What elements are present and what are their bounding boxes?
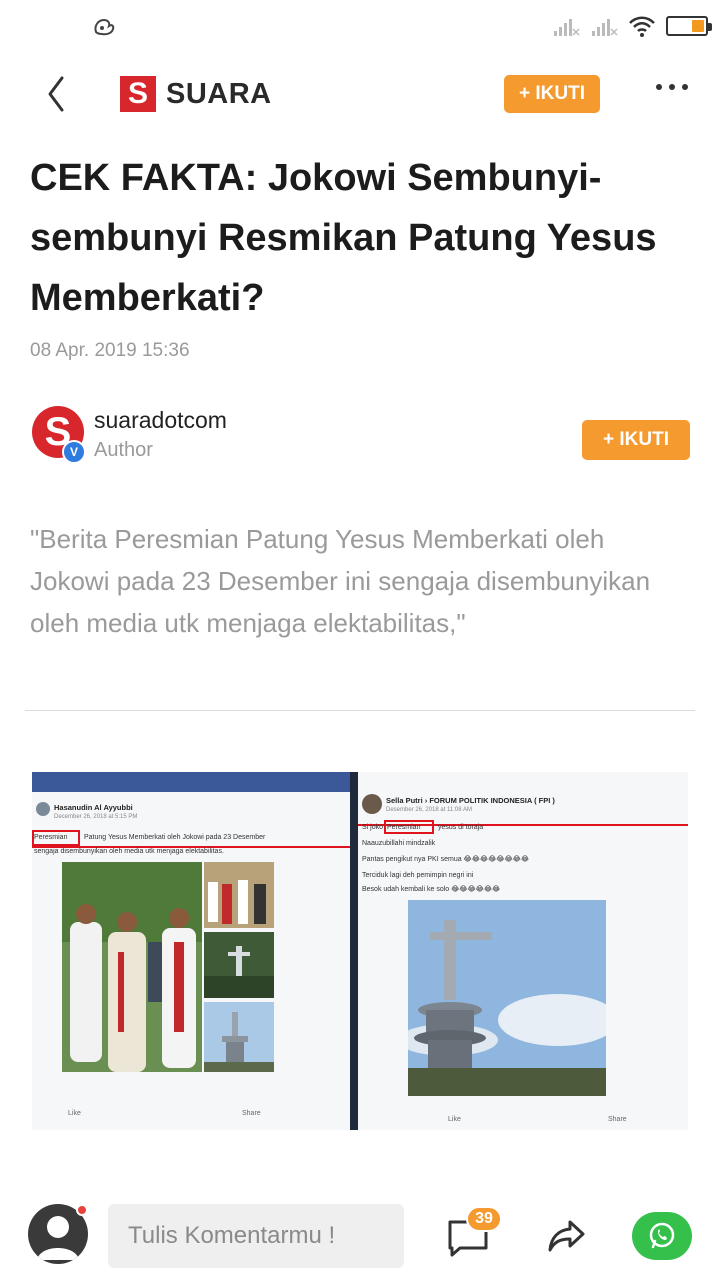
notification-dot — [76, 1204, 88, 1216]
whatsapp-icon — [649, 1222, 675, 1249]
post-highlight-word: Peresmian — [387, 824, 421, 831]
like-button: Like — [448, 1116, 461, 1123]
share-button: Share — [242, 1110, 261, 1117]
back-icon[interactable] — [38, 74, 78, 114]
facebook-nav-bar — [32, 772, 350, 792]
status-bar — [0, 0, 720, 52]
post-text-line: sengaja disembunyikan oleh media utk men… — [34, 848, 224, 855]
article-image[interactable]: Hasanudin Al Ayyubbi December 26, 2018 a… — [32, 772, 688, 1130]
author-row: S V suaradotcom Author + IKUTI — [32, 406, 692, 466]
post-text-line: Pantas pengikut nya PKI semua 😂😂😂😂😂😂😂😂 — [362, 856, 529, 863]
share-icon[interactable] — [546, 1218, 586, 1254]
app-header: S SUARA + IKUTI — [0, 60, 720, 130]
like-button: Like — [68, 1110, 81, 1117]
post-meta: December 26, 2018 at 5:15 PM — [54, 814, 138, 820]
publisher-brand[interactable]: S SUARA — [120, 76, 272, 112]
divider — [25, 710, 695, 711]
photo-statue-tower — [204, 1002, 274, 1072]
article-title: CEK FAKTA: Jokowi Sembunyi-sembunyi Resm… — [30, 157, 657, 319]
photo-ceremony — [204, 862, 274, 928]
author-role: Author — [94, 439, 153, 461]
facebook-post-right: Sella Putri › FORUM POLITIK INDONESIA ( … — [358, 772, 688, 1130]
article-lead-quote: "Berita Peresmian Patung Yesus Memberkat… — [30, 524, 651, 638]
follow-author-button[interactable]: + IKUTI — [582, 420, 690, 460]
comment-input[interactable] — [108, 1204, 404, 1268]
verified-badge-icon: V — [62, 440, 86, 464]
uc-browser-icon — [94, 18, 115, 36]
photo-statue-hill — [204, 932, 274, 998]
follow-publisher-button[interactable]: + IKUTI — [504, 75, 600, 113]
share-button: Share — [608, 1116, 627, 1123]
bottom-action-bar: 39 — [0, 1190, 720, 1280]
photo-statue-tower-large — [408, 900, 606, 1096]
more-icon[interactable] — [656, 84, 688, 90]
publisher-logo: S — [120, 76, 156, 112]
wifi-icon — [629, 16, 655, 37]
battery-icon — [666, 16, 712, 36]
publisher-name: SUARA — [166, 77, 272, 110]
article-date: 08 Apr. 2019 15:36 — [30, 340, 190, 361]
poster-name: Hasanudin Al Ayyubbi — [54, 803, 133, 812]
photo-inauguration — [62, 862, 202, 1072]
post-text-line: Besok udah kembali ke solo 😂😂😂😂😂😂 — [362, 886, 501, 893]
post-highlight-word: Peresmian — [34, 834, 68, 841]
whatsapp-share-button[interactable] — [632, 1212, 692, 1260]
comment-count-badge: 39 — [466, 1206, 502, 1232]
poster-avatar — [362, 794, 382, 814]
post-meta: Desember 26, 2018 at 11:08 AM — [386, 807, 472, 813]
post-text-line: yesus di toraja — [438, 824, 484, 831]
post-text-line: Si joko — [362, 824, 384, 831]
post-text-line: Naauzubillahi mindzalik — [362, 840, 436, 847]
poster-avatar — [36, 802, 50, 816]
signal-icon — [592, 19, 618, 36]
signal-icon — [554, 19, 580, 36]
post-text-line: Terciduk lagi deh pemimpin negri ini — [362, 872, 474, 879]
facebook-post-left: Hasanudin Al Ayyubbi December 26, 2018 a… — [32, 772, 350, 1130]
post-text-line: Patung Yesus Memberkati oleh Jokowi pada… — [84, 834, 266, 841]
poster-name: Sella Putri › FORUM POLITIK INDONESIA ( … — [386, 796, 555, 805]
author-name[interactable]: suaradotcom — [94, 407, 227, 434]
